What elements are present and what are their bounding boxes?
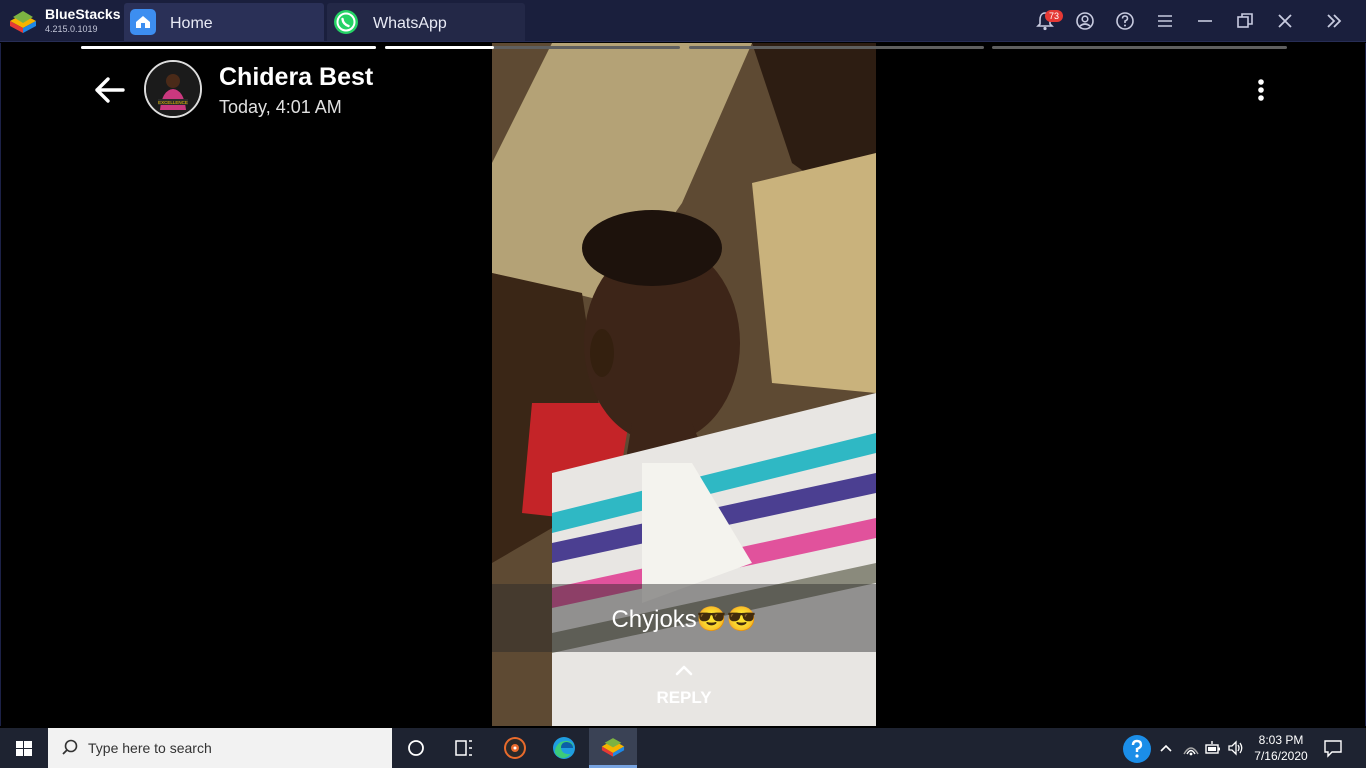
chevron-up-tray-icon[interactable] [1156,738,1176,758]
whatsapp-icon [333,9,359,35]
clock-date: 7/16/2020 [1254,749,1308,763]
bluestacks-titlebar: BlueStacks 4.215.0.1019 Home WhatsApp 73 [0,0,1366,42]
network-icon[interactable] [1181,738,1201,758]
avatar-text: EXCELLENCE [158,100,188,105]
status-progress-4 [992,46,1287,49]
more-options-icon[interactable] [1249,75,1273,105]
tab-whatsapp-label: WhatsApp [373,15,447,32]
tab-whatsapp[interactable]: WhatsApp [327,3,525,41]
status-timestamp: Today, 4:01 AM [219,97,342,117]
contact-avatar[interactable]: EXCELLENCE [144,60,202,118]
status-progress-1 [81,46,376,49]
app-name: BlueStacks [45,6,121,22]
tab-home-label: Home [170,15,213,32]
minimize-icon[interactable] [1194,10,1216,32]
expand-sidebar-icon[interactable] [1323,10,1345,32]
edge-browser-icon[interactable] [540,728,588,768]
windows-start-icon[interactable] [0,728,48,768]
bluestacks-logo-icon [10,11,36,33]
avatar-image: EXCELLENCE [146,62,200,116]
taskbar-search[interactable]: Type here to search [48,728,392,768]
task-view-icon[interactable] [440,728,488,768]
tab-home[interactable]: Home [124,3,324,41]
taskbar-clock[interactable]: 8:03 PM 7/16/2020 [1250,732,1312,764]
media-player-icon[interactable] [491,728,539,768]
volume-icon[interactable] [1226,738,1246,758]
home-icon [130,9,156,35]
account-icon[interactable] [1074,10,1096,32]
bluestacks-taskbar-icon[interactable] [589,728,637,768]
action-center-icon[interactable] [1322,738,1344,758]
battery-icon[interactable] [1203,738,1223,758]
close-icon[interactable] [1274,10,1296,32]
clock-time: 8:03 PM [1258,733,1304,747]
help-icon[interactable] [1114,10,1136,32]
app-version: 4.215.0.1019 [45,24,98,34]
restore-icon[interactable] [1234,10,1256,32]
status-progress-2 [385,46,680,49]
whatsapp-status-view: EXCELLENCE Chidera Best Today, 4:01 AM C… [0,43,1366,726]
chevron-up-icon[interactable] [674,663,694,677]
search-icon [62,739,78,755]
notification-badge: 73 [1045,10,1064,22]
reply-button[interactable]: REPLY [1,688,1366,708]
help-circle-icon[interactable] [1122,734,1152,764]
search-placeholder: Type here to search [88,740,212,756]
back-arrow-icon[interactable] [89,73,129,107]
contact-name[interactable]: Chidera Best [219,63,373,92]
status-caption: Chyjoks😎😎 [611,606,757,633]
status-progress-3 [689,46,984,49]
menu-icon[interactable] [1154,10,1176,32]
windows-taskbar: Type here to search 8:03 PM 7/16/2020 [0,728,1366,768]
cortana-icon[interactable] [392,728,440,768]
